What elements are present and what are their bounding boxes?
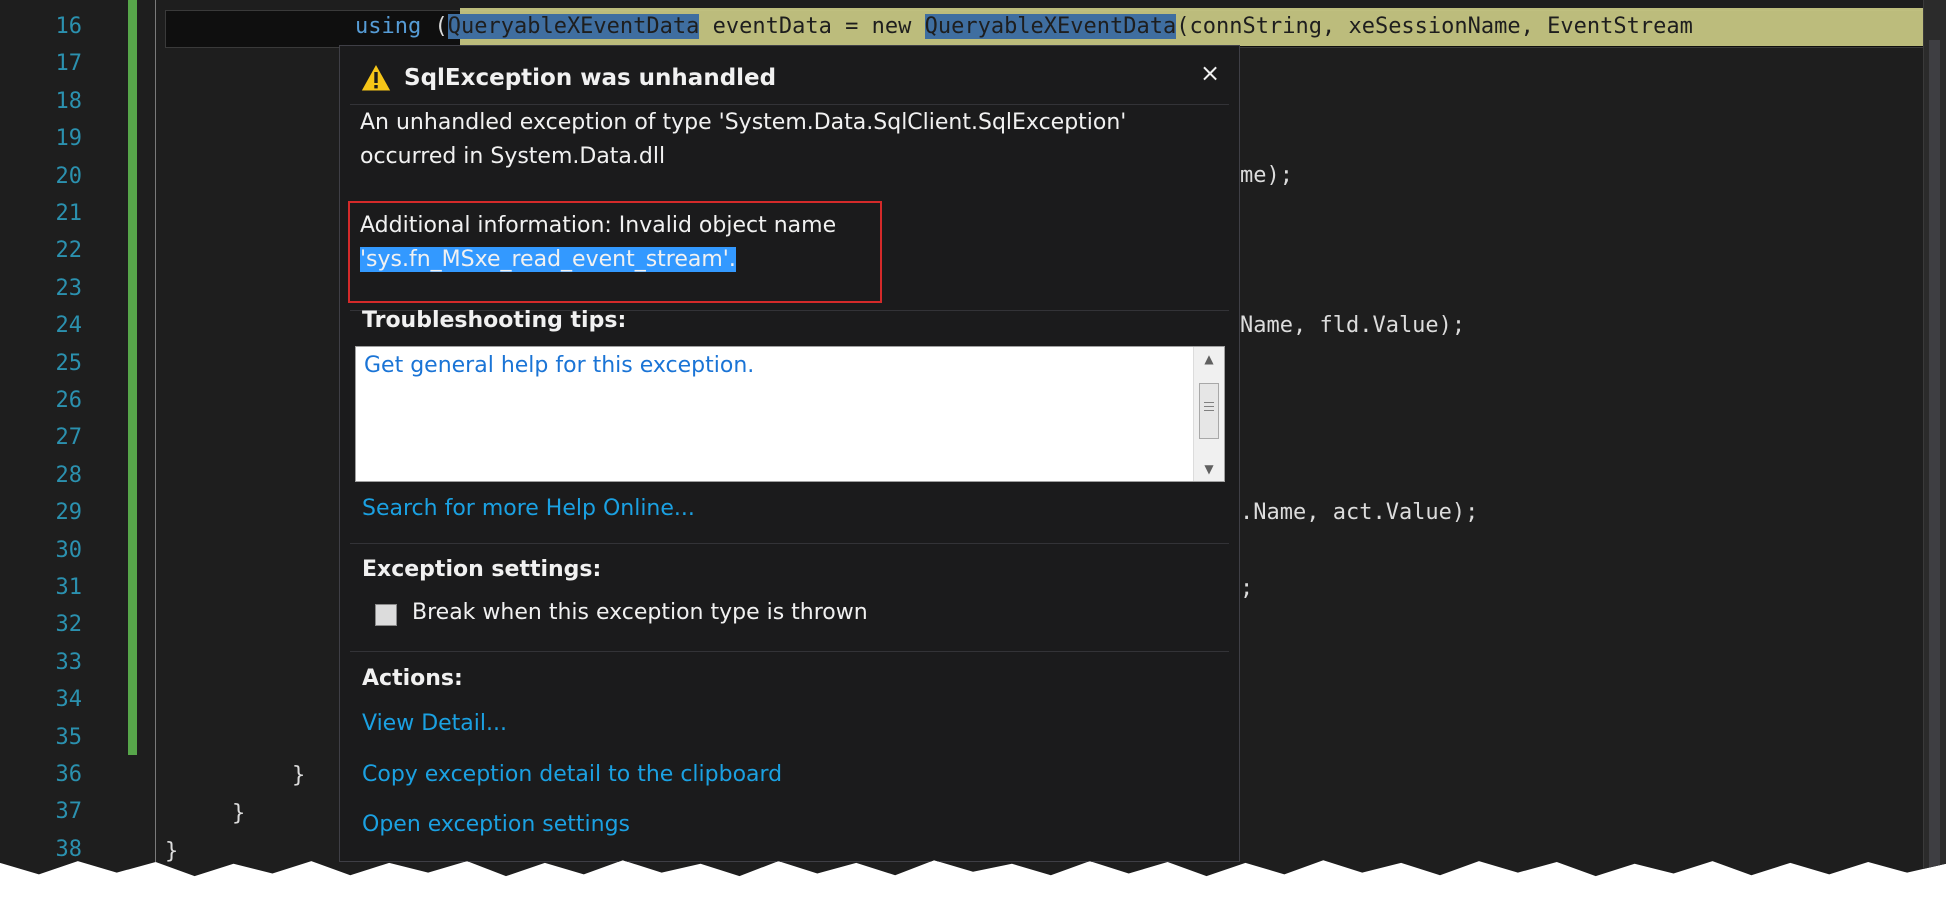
- line-number: 25: [55, 350, 83, 376]
- close-button[interactable]: ×: [1195, 58, 1225, 88]
- code-token: (: [421, 14, 448, 39]
- open-exception-settings-link[interactable]: Open exception settings: [362, 812, 630, 837]
- line-number: 31: [55, 575, 83, 600]
- scrollbar-thumb[interactable]: [1199, 383, 1219, 439]
- code-line-37[interactable]: }: [232, 795, 245, 832]
- code-line-20-tail[interactable]: me);: [1240, 157, 1293, 194]
- dialog-title: SqlException was unhandled: [404, 65, 777, 91]
- code-editor[interactable]: 16 17 18 19 20 21 22 23 24 25 26 27 28 29 30 31 32 33 34 35…: [0, 0, 1946, 877]
- line-number: 34: [55, 687, 83, 713]
- line-number: 18: [55, 88, 83, 114]
- scrollbar-thumb[interactable]: [1929, 40, 1940, 877]
- search-help-online-link[interactable]: Search for more Help Online...: [362, 496, 695, 521]
- line-number: 32: [55, 612, 83, 638]
- line-number: 33: [55, 649, 83, 675]
- outline-guide: [155, 0, 156, 870]
- selected-object-name[interactable]: 'sys.fn_MSxe_read_event_stream'.: [360, 247, 736, 272]
- code-line-24-tail[interactable]: Name, fld.Value);: [1240, 307, 1465, 344]
- tips-scrollbar[interactable]: ▲ ▼: [1193, 347, 1224, 481]
- close-icon: ×: [1199, 59, 1221, 87]
- exception-settings-heading: Exception settings:: [362, 557, 602, 582]
- additional-info-prefix: Additional information: Invalid object n…: [360, 213, 837, 238]
- line-number: 28: [55, 462, 83, 488]
- line-number: 22: [55, 238, 83, 264]
- divider: [350, 543, 1229, 544]
- line-number: 35: [55, 724, 83, 750]
- warning-icon: [360, 62, 392, 92]
- line-number: 23: [55, 275, 83, 301]
- exception-message-line: An unhandled exception of type 'System.D…: [360, 110, 1127, 135]
- line-number: 29: [55, 500, 83, 526]
- exception-assistant-dialog: SqlException was unhandled × An unhandle…: [339, 45, 1240, 862]
- line-number: 24: [55, 313, 83, 339]
- exception-message: An unhandled exception of type 'System.D…: [360, 106, 1200, 174]
- code-line-36[interactable]: }: [292, 757, 305, 794]
- code-line-29-tail[interactable]: .Name, act.Value);: [1240, 494, 1478, 531]
- divider: [350, 104, 1229, 105]
- line-number: 27: [55, 425, 83, 451]
- scroll-down-icon[interactable]: ▼: [1194, 457, 1224, 481]
- code-line-16[interactable]: using (QueryableXEventData eventData = n…: [355, 8, 1693, 45]
- line-number: 21: [55, 201, 83, 226]
- divider: [350, 651, 1229, 652]
- exception-message-line: occurred in System.Data.dll: [360, 144, 666, 169]
- changes-margin-bar: [128, 0, 137, 755]
- code-token: (connString, xeSessionName, EventStream: [1176, 14, 1693, 39]
- line-number: 37: [55, 799, 83, 825]
- view-detail-link[interactable]: View Detail...: [362, 711, 507, 736]
- line-number: 26: [55, 388, 83, 413]
- code-type-highlight: QueryableXEventData: [447, 14, 700, 39]
- code-token: eventData =: [699, 14, 872, 39]
- additional-information[interactable]: Additional information: Invalid object n…: [360, 209, 836, 277]
- line-number: 30: [55, 537, 83, 563]
- general-help-link[interactable]: Get general help for this exception.: [364, 353, 754, 378]
- code-keyword: new: [871, 14, 912, 39]
- line-number: 39: [0, 868, 83, 876]
- troubleshooting-heading: Troubleshooting tips:: [362, 308, 627, 333]
- line-number: 38: [55, 836, 83, 862]
- vertical-scrollbar[interactable]: [1923, 0, 1946, 877]
- line-number: 20: [55, 163, 83, 189]
- actions-heading: Actions:: [362, 666, 463, 691]
- copy-exception-detail-link[interactable]: Copy exception detail to the clipboard: [362, 762, 782, 787]
- line-number: 16: [55, 14, 83, 39]
- dialog-title-bar: SqlException was unhandled: [360, 56, 776, 100]
- scroll-up-icon[interactable]: ▲: [1194, 347, 1224, 371]
- code-type-highlight: QueryableXEventData: [924, 14, 1177, 39]
- line-number: 36: [55, 762, 83, 787]
- break-on-exception-checkbox[interactable]: [375, 604, 397, 626]
- code-keyword: using: [355, 14, 422, 39]
- line-number: 19: [55, 126, 83, 152]
- line-number: 17: [55, 51, 83, 77]
- code-line-31-tail[interactable]: ;: [1240, 570, 1253, 607]
- troubleshooting-tips-list[interactable]: Get general help for this exception. ▲ ▼: [355, 346, 1225, 482]
- checkbox-label[interactable]: Break when this exception type is thrown: [412, 600, 868, 625]
- code-line-38[interactable]: }: [165, 833, 178, 870]
